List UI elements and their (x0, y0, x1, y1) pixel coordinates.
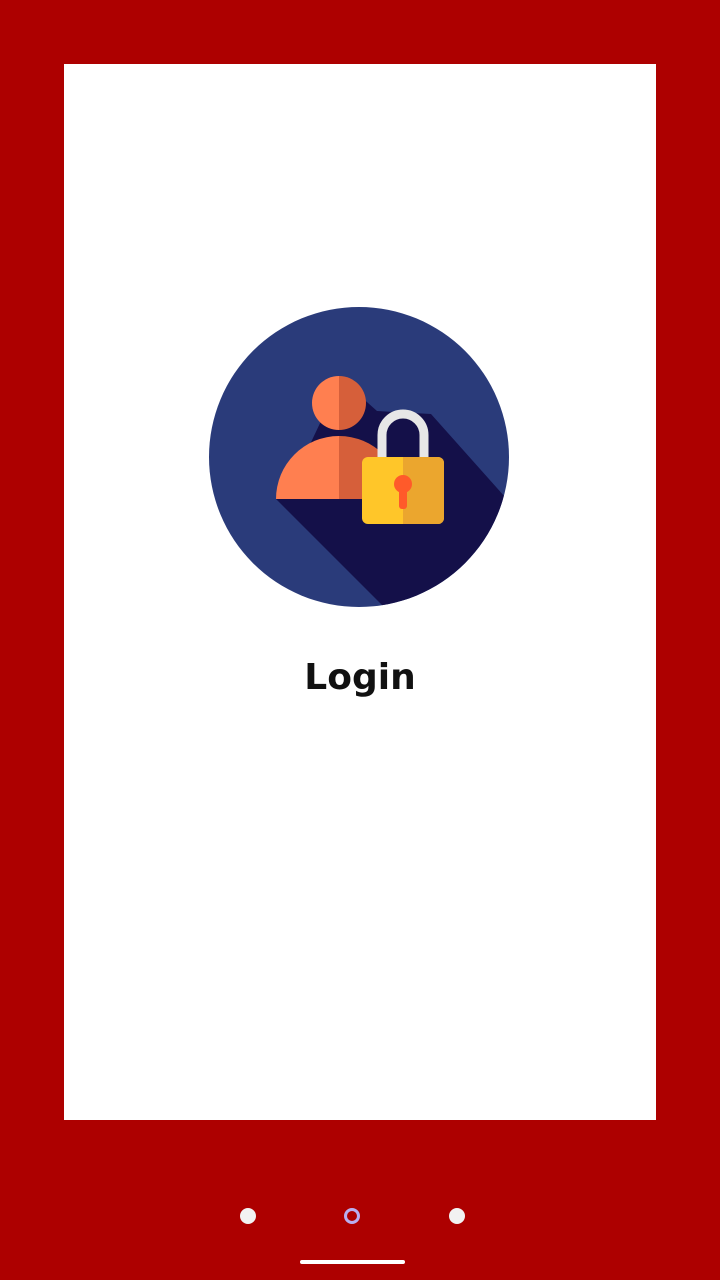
home-indicator[interactable] (300, 1260, 405, 1264)
screen: Login (0, 0, 720, 1280)
pager-dot-3[interactable] (449, 1208, 465, 1224)
user-lock-icon (209, 307, 509, 607)
pager-dot-1[interactable] (240, 1208, 256, 1224)
page-title: Login (304, 657, 416, 698)
content-card: Login (64, 64, 656, 1120)
pager-dot-2-active[interactable] (344, 1208, 360, 1224)
pager-dots (0, 1200, 720, 1232)
keyhole-stem (399, 488, 407, 509)
